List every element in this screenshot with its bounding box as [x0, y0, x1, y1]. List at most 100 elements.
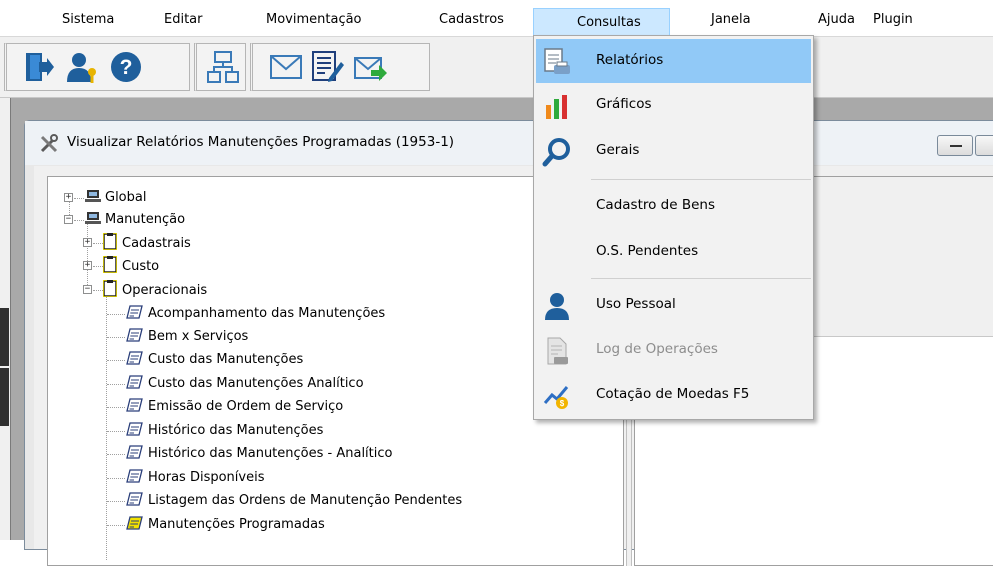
menu-item-label: Cotação de Moedas F5 [596, 386, 750, 402]
expand-toggle[interactable]: + [83, 238, 92, 247]
menu-plugin[interactable]: Plugin [873, 9, 913, 31]
toolbar-group-mail [250, 43, 430, 91]
tree-connector [93, 266, 103, 267]
svg-text:?: ? [120, 56, 133, 79]
folder-icon [102, 232, 118, 251]
edit-document-icon[interactable] [311, 50, 345, 84]
menu-item-label: Cadastro de Bens [596, 197, 715, 213]
bar-chart-icon [542, 91, 572, 121]
tree-leaf-report[interactable]: Custo das Manutenções [126, 350, 303, 370]
side-strip [0, 98, 10, 540]
tree-node-manutencao[interactable]: Manutenção [84, 210, 185, 230]
menu-item-relatorios[interactable]: Relatórios [536, 39, 811, 83]
reports-window-title: Visualizar Relatórios Manutenções Progra… [67, 134, 455, 150]
expand-toggle[interactable]: + [83, 261, 92, 270]
computer-icon [84, 189, 102, 203]
computer-icon [84, 211, 102, 225]
tree-leaf-report-selected[interactable]: Manutenções Programadas [126, 515, 325, 535]
report-icon [126, 421, 144, 437]
tree-connector [107, 525, 125, 526]
tree-label: Histórico das Manutenções - Analítico [148, 446, 393, 461]
tree-leaf-report[interactable]: Listagem das Ordens de Manutenção Penden… [126, 491, 462, 511]
tree-leaf-report[interactable]: Histórico das Manutenções [126, 421, 323, 441]
toolbar-group-org [194, 43, 246, 91]
menu-cadastros[interactable]: Cadastros [439, 9, 504, 31]
tree-connector [93, 243, 103, 244]
menu-item-label: Gerais [596, 142, 640, 158]
tree-connector [74, 198, 84, 199]
org-chart-icon[interactable] [206, 50, 240, 84]
tree-connector [74, 220, 84, 221]
tree-label: Global [105, 190, 147, 205]
expand-toggle[interactable]: + [64, 193, 73, 202]
minimize-button[interactable] [937, 135, 973, 156]
tree-label: Custo das Manutenções [148, 352, 304, 367]
tree-label: Cadastrais [122, 236, 191, 251]
tree-leaf-report[interactable]: Acompanhamento das Manutenções [126, 304, 385, 324]
tree-label: Horas Disponíveis [148, 470, 265, 485]
report-icon [126, 397, 144, 413]
tree-connector [107, 431, 125, 432]
user-key-icon[interactable] [65, 50, 99, 84]
tree-connector [107, 384, 125, 385]
tree-label: Custo das Manutenções Analítico [148, 376, 364, 391]
menu-sistema[interactable]: Sistema [62, 9, 114, 31]
tree-connector [93, 290, 103, 291]
tree-node-cadastrais[interactable]: Cadastrais [102, 232, 191, 253]
toolbar-group-main: ? [4, 43, 190, 91]
tree-connector [87, 221, 88, 287]
minimize-icon [950, 145, 962, 147]
tree-leaf-report[interactable]: Custo das Manutenções Analítico [126, 374, 364, 394]
tree-label: Manutenções Programadas [148, 517, 325, 532]
report-icon [126, 515, 144, 531]
tree-label: Listagem das Ordens de Manutenção Penden… [148, 493, 463, 508]
menu-janela[interactable]: Janela [711, 9, 751, 31]
exit-door-icon[interactable] [21, 50, 55, 84]
tree-leaf-report[interactable]: Emissão de Ordem de Serviço [126, 397, 343, 417]
reports-window-titlebar[interactable]: Visualizar Relatórios Manutenções Progra… [25, 121, 993, 165]
tree-connector [107, 478, 125, 479]
send-mail-icon[interactable] [353, 50, 387, 84]
help-icon[interactable]: ? [109, 50, 143, 84]
tree-leaf-report[interactable]: Bem x Serviços [126, 327, 248, 347]
menu-consultas[interactable]: Consultas [533, 8, 670, 36]
toolbar: ? [0, 36, 993, 98]
menu-separator [591, 278, 811, 279]
report-icon [126, 350, 144, 366]
menu-movimentacao[interactable]: Movimentação [266, 9, 362, 31]
tree-node-global[interactable]: Global [84, 188, 146, 208]
menu-separator [591, 179, 811, 180]
tree-connector [107, 407, 125, 408]
menu-item-label: Uso Pessoal [596, 296, 676, 312]
tree-node-operacionais[interactable]: Operacionais [102, 279, 207, 300]
report-icon [126, 327, 144, 343]
tree-connector [107, 314, 125, 315]
menu-ajuda[interactable]: Ajuda [818, 9, 855, 31]
menu-item-os-pendentes[interactable]: O.S. Pendentes [536, 230, 811, 274]
menu-item-label: Gráficos [596, 96, 652, 112]
side-strip-marker [0, 308, 9, 366]
tree-connector [107, 501, 125, 502]
envelope-icon[interactable] [269, 50, 303, 84]
tree-leaf-report[interactable]: Histórico das Manutenções - Analítico [126, 444, 392, 464]
menu-item-log-operacoes: Log de Operações [536, 328, 811, 372]
menu-item-uso-pessoal[interactable]: Uso Pessoal [536, 283, 811, 327]
menu-item-cadastro-bens[interactable]: Cadastro de Bens [536, 184, 811, 228]
menu-item-graficos[interactable]: Gráficos [536, 83, 811, 127]
maximize-button[interactable] [975, 135, 993, 156]
menu-item-cotacao-moedas[interactable]: $ Cotação de Moedas F5 [536, 373, 811, 417]
collapse-toggle[interactable]: − [83, 285, 92, 294]
tree-node-custo[interactable]: Custo [102, 255, 160, 276]
side-strip-marker [0, 368, 9, 426]
report-printer-icon [542, 47, 572, 77]
tree-label: Custo [122, 259, 160, 274]
menu-item-label: O.S. Pendentes [596, 243, 699, 259]
menu-item-label: Log de Operações [596, 341, 718, 357]
tree-label: Manutenção [105, 212, 186, 227]
menu-editar[interactable]: Editar [164, 9, 203, 31]
collapse-toggle[interactable]: − [64, 215, 73, 224]
menu-item-gerais[interactable]: Gerais [536, 129, 811, 173]
menu-bar: Sistema Editar Movimentação Cadastros Co… [0, 0, 993, 36]
report-icon [126, 304, 144, 320]
tree-leaf-report[interactable]: Horas Disponíveis [126, 468, 264, 488]
